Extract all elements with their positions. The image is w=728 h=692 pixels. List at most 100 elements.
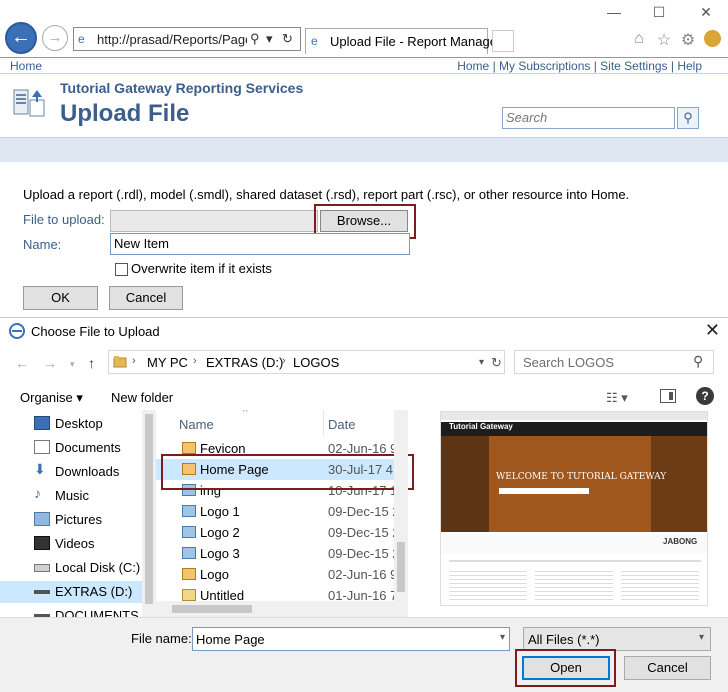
chevron-down-icon: ▾ <box>698 632 704 643</box>
file-path-field[interactable] <box>110 210 318 232</box>
help-icon[interactable]: ? <box>696 387 714 405</box>
nav-scrollbar[interactable] <box>142 410 156 617</box>
videos-icon <box>34 536 50 550</box>
dialog-footer: File name: Home Page ▾ All Files (*.*) ▾… <box>0 617 728 692</box>
image-file-icon <box>182 442 196 454</box>
ie-tab-icon: e <box>311 34 318 48</box>
preview-brand: JABONG <box>663 537 698 546</box>
image-file-icon <box>182 505 196 517</box>
organise-menu[interactable]: Organise ▾ <box>20 390 83 406</box>
forward-arrow-icon[interactable]: → <box>43 355 57 371</box>
file-row[interactable]: Logo 2 09-Dec-15 2: <box>156 522 408 543</box>
open-button[interactable]: Open <box>522 656 610 680</box>
refresh-icon[interactable]: ↻ <box>491 355 502 371</box>
file-row[interactable]: Logo 1 09-Dec-15 2: <box>156 501 408 522</box>
home-page-highlight <box>161 454 414 490</box>
documents-icon <box>34 440 50 454</box>
overwrite-checkbox[interactable] <box>115 263 128 276</box>
file-row[interactable]: Logo 3 09-Dec-15 2: <box>156 543 408 564</box>
crumb-logos[interactable]: LOGOS <box>293 355 339 370</box>
column-name-header[interactable]: Name <box>179 417 214 432</box>
cancel-upload-button[interactable]: Cancel <box>109 286 183 310</box>
header-band <box>0 137 728 162</box>
page-title: Upload File <box>60 100 190 127</box>
navigation-pane: Desktop Documents ⬇ Downloads ♪ Music Pi… <box>0 410 155 617</box>
name-label: Name: <box>23 237 62 252</box>
cancel-button[interactable]: Cancel <box>624 656 711 680</box>
search-icon[interactable]: ⚲ <box>250 31 260 47</box>
breadcrumb[interactable]: › MY PC › EXTRAS (D:) › LOGOS ▾ ↻ <box>108 350 505 374</box>
file-list: Name ^ Date Fevicon 02-Jun-16 9: Home Pa… <box>156 410 408 617</box>
dropdown-icon[interactable]: ▾ <box>266 31 273 47</box>
dialog-app-icon <box>9 323 25 339</box>
image-file-icon <box>182 568 196 580</box>
column-divider <box>323 410 324 436</box>
dialog-toolbar: Organise ▾ New folder ☷ ▾ ? <box>0 384 728 410</box>
favorites-star-icon[interactable]: ☆ <box>655 30 673 49</box>
new-tab-button[interactable] <box>492 30 514 52</box>
choose-file-dialog: Choose File to Upload ✕ ← → ▾ ↑ › MY PC … <box>0 317 728 692</box>
minimize-icon[interactable]: — <box>604 4 624 20</box>
refresh-icon[interactable]: ↻ <box>282 31 293 47</box>
search-icon[interactable]: ⚲ <box>693 353 703 370</box>
upload-form: Upload a report (.rdl), model (.smdl), s… <box>0 162 728 317</box>
file-to-upload-label: File to upload: <box>23 212 105 227</box>
top-navigation: Home Home | My Subscriptions | Site Sett… <box>0 57 728 74</box>
new-folder-button[interactable]: New folder <box>111 390 173 405</box>
search-icon: ⚲ <box>683 110 693 125</box>
music-icon: ♪ <box>34 485 41 501</box>
downloads-icon: ⬇ <box>34 461 46 477</box>
tab-title: Upload File - Report Manager <box>330 34 502 49</box>
image-preview: Tutorial Gateway WELCOME TO TUTORIAL GAT… <box>440 411 708 606</box>
file-name-label: File name: <box>131 631 192 646</box>
file-name-input[interactable]: Home Page ▾ <box>192 627 510 651</box>
up-arrow-icon[interactable]: ↑ <box>88 355 95 371</box>
global-links[interactable]: Home | My Subscriptions | Site Settings … <box>457 59 702 73</box>
drive-icon <box>34 590 50 594</box>
file-row[interactable]: Logo 02-Jun-16 9: <box>156 564 408 585</box>
column-date-header[interactable]: Date <box>328 417 355 432</box>
crumb-my-pc[interactable]: MY PC <box>147 355 188 370</box>
crumb-extras[interactable]: EXTRAS (D:) <box>206 355 283 370</box>
smiley-feedback-icon[interactable] <box>704 30 721 47</box>
chevron-right-icon: › <box>132 355 136 367</box>
browser-toolbar: — ☐ ✕ ← → e http://prasad/Reports/Pages … <box>0 0 728 56</box>
file-type-select[interactable]: All Files (*.*) ▾ <box>523 627 711 651</box>
preview-banner: WELCOME TO TUTORIAL GATEWAY <box>496 472 667 482</box>
file-list-scrollbar[interactable] <box>394 410 408 617</box>
image-file-icon <box>182 526 196 538</box>
chevron-down-icon[interactable]: ▾ <box>500 632 505 643</box>
address-bar[interactable]: e http://prasad/Reports/Pages ⚲ ▾ ↻ <box>73 27 301 51</box>
pictures-icon <box>34 512 50 526</box>
browser-tab[interactable]: e Upload File - Report Manager <box>305 28 501 54</box>
page-header: Tutorial Gateway Reporting Services Uplo… <box>0 75 728 137</box>
forward-button[interactable]: → <box>42 25 68 51</box>
recent-dropdown-icon[interactable]: ▾ <box>70 359 75 370</box>
file-list-hscrollbar[interactable] <box>156 601 394 617</box>
back-button[interactable]: ← <box>5 22 37 54</box>
preview-pane-icon[interactable] <box>660 389 676 403</box>
name-field[interactable]: New Item <box>110 233 410 255</box>
folder-icon <box>113 356 127 368</box>
folder-search-input[interactable]: Search LOGOS <box>514 350 714 374</box>
document-file-icon <box>182 589 196 601</box>
settings-gear-icon[interactable]: ⚙ <box>679 30 697 49</box>
chevron-down-icon[interactable]: ▾ <box>479 357 484 368</box>
search-input[interactable]: Search <box>502 107 675 129</box>
breadcrumb-home-link[interactable]: Home <box>10 59 42 73</box>
maximize-icon[interactable]: ☐ <box>649 4 669 20</box>
view-options-icon[interactable]: ☷ ▾ <box>606 390 628 406</box>
address-text: http://prasad/Reports/Pages <box>97 32 247 47</box>
desktop-icon <box>34 416 50 430</box>
close-icon[interactable]: ✕ <box>705 320 720 341</box>
back-arrow-icon[interactable]: ← <box>15 355 29 371</box>
ie-page-icon: e <box>78 32 85 46</box>
sort-up-icon: ^ <box>243 410 248 418</box>
ok-button[interactable]: OK <box>23 286 98 310</box>
overwrite-label: Overwrite item if it exists <box>131 261 272 276</box>
close-window-icon[interactable]: ✕ <box>696 4 716 20</box>
upload-description: Upload a report (.rdl), model (.smdl), s… <box>23 187 630 202</box>
search-button[interactable]: ⚲ <box>677 107 699 129</box>
home-icon[interactable]: ⌂ <box>630 30 648 48</box>
chevron-right-icon: › <box>282 355 286 367</box>
